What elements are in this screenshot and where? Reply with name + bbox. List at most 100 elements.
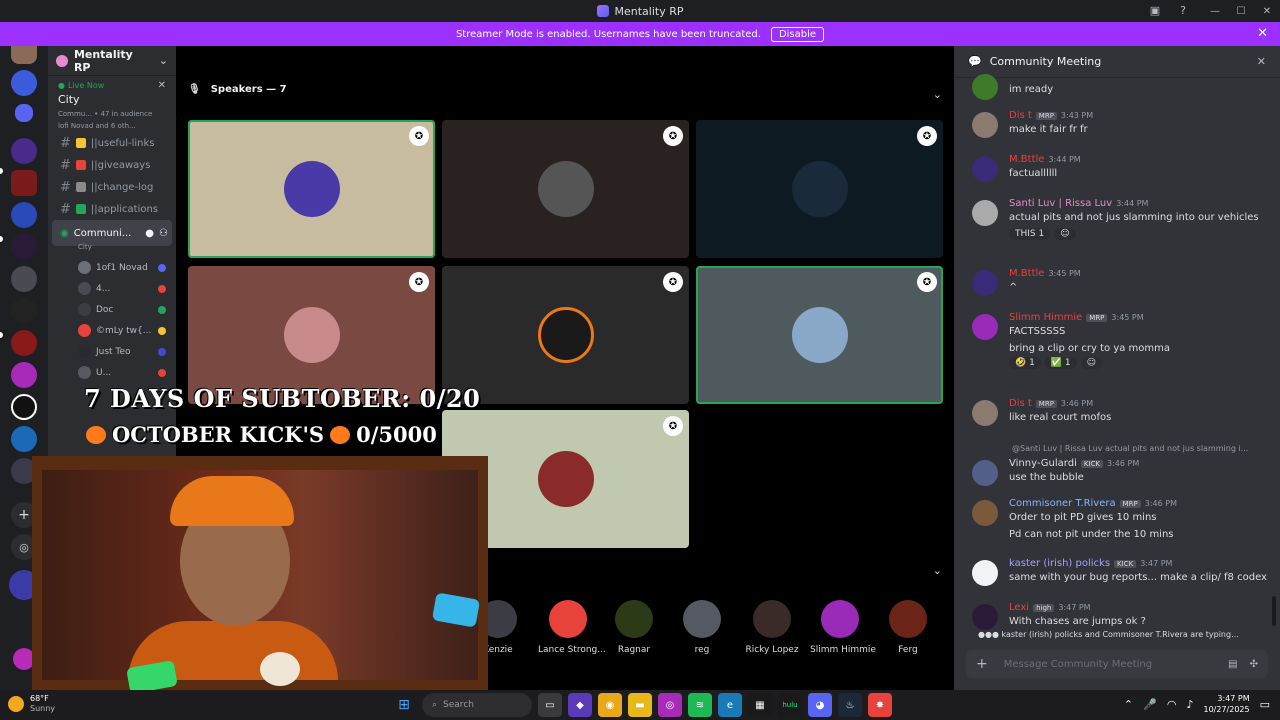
stage-member[interactable]: 1of1 Novad [48, 257, 176, 278]
server-header[interactable]: Mentality RP ⌄ [48, 46, 176, 76]
chat-icon[interactable]: ● [145, 228, 154, 239]
attach-plus-icon[interactable]: + [976, 656, 988, 672]
close-icon[interactable]: ✕ [1257, 26, 1268, 41]
copilot-icon[interactable]: ◆ [568, 693, 592, 717]
help-icon[interactable]: ? [1176, 3, 1190, 17]
server-icon[interactable] [11, 394, 37, 420]
stage-member[interactable]: Doc [48, 299, 176, 320]
audience-member[interactable]: Ragnar [604, 600, 664, 655]
stage-name[interactable]: City [48, 91, 176, 108]
server-icon[interactable] [11, 330, 37, 356]
chat-scrollbar[interactable] [1272, 596, 1276, 626]
discord-icon[interactable]: ◕ [808, 693, 832, 717]
app-icon[interactable]: ✸ [868, 693, 892, 717]
maximize-button[interactable]: ☐ [1228, 0, 1254, 22]
app-icon[interactable]: ▦ [748, 693, 772, 717]
spotify-icon[interactable]: ≋ [688, 693, 712, 717]
server-icon[interactable] [11, 234, 37, 260]
instagram-icon[interactable]: ◎ [658, 693, 682, 717]
message-author[interactable]: M.Bttle [1009, 268, 1044, 279]
server-icon[interactable] [11, 362, 37, 388]
audience-member[interactable]: Ferg [878, 600, 938, 655]
audience-member[interactable]: Slimm Himmie [810, 600, 876, 655]
message-author[interactable]: Commisoner T.Rivera [1009, 498, 1116, 509]
message-author[interactable]: Dis t [1009, 110, 1032, 121]
file-explorer-icon[interactable]: ▬ [628, 693, 652, 717]
audience-member[interactable]: reg [672, 600, 732, 655]
add-member-icon[interactable]: ⚇ [159, 228, 168, 239]
channel-item[interactable]: # ||useful-links [48, 132, 176, 154]
close-icon[interactable]: ✕ [1257, 55, 1266, 68]
add-reaction-icon[interactable]: ☺ [1080, 357, 1102, 369]
avatar[interactable] [972, 400, 998, 426]
wifi-icon[interactable]: ◠ [1167, 698, 1177, 711]
avatar[interactable] [972, 270, 998, 296]
weather-widget[interactable]: 68°F Sunny [8, 694, 55, 714]
edge-icon[interactable]: e [718, 693, 742, 717]
close-window-button[interactable]: ✕ [1254, 0, 1280, 22]
stage-member[interactable]: Just Teo [48, 341, 176, 362]
message-author[interactable]: Santi Luv | Rissa Luv [1009, 198, 1112, 209]
chevron-down-icon[interactable]: ⌄ [933, 564, 942, 577]
speaker-tile[interactable]: ✪ [696, 266, 943, 404]
message-author[interactable]: kaster (irish) policks [1009, 558, 1110, 569]
speaker-tile[interactable]: ✪ [188, 120, 435, 258]
avatar[interactable] [972, 74, 998, 100]
server-icon[interactable] [11, 298, 37, 324]
message-author[interactable]: Lexi [1009, 602, 1029, 613]
microphone-icon[interactable]: 🎤 [1143, 698, 1157, 711]
reaction-pill[interactable]: ✅ 1 [1044, 357, 1077, 369]
channel-item[interactable]: # ||change-log [48, 176, 176, 198]
avatar[interactable] [972, 314, 998, 340]
avatar[interactable] [972, 200, 998, 226]
channel-item[interactable]: # ||giveaways [48, 154, 176, 176]
close-icon[interactable]: ✕ [158, 80, 166, 91]
apps-icon[interactable]: ✣ [1250, 659, 1258, 670]
steam-icon[interactable]: ♨ [838, 693, 862, 717]
task-view-icon[interactable]: ▭ [538, 693, 562, 717]
search-box[interactable]: ⌕ Search [422, 693, 532, 717]
message-author[interactable]: M.Bttle [1009, 154, 1044, 165]
chevron-down-icon[interactable]: ⌄ [159, 54, 168, 67]
direct-messages-icon[interactable] [15, 104, 33, 122]
composer-placeholder[interactable]: Message Community Meeting [1004, 659, 1152, 670]
server-icon[interactable] [11, 138, 37, 164]
chevron-down-icon[interactable]: ⌄ [933, 88, 942, 101]
avatar[interactable] [972, 112, 998, 138]
stage-member[interactable]: 4... [48, 278, 176, 299]
channel-item[interactable]: # ||applications [48, 198, 176, 220]
stage-member[interactable]: U... [48, 362, 176, 383]
gift-icon[interactable]: ▤ [1228, 659, 1237, 670]
message-author[interactable]: Vinny-Gulardi [1009, 458, 1077, 469]
add-reaction-icon[interactable]: ☺ [1054, 228, 1076, 240]
speaker-tile[interactable]: ✪ [696, 120, 943, 258]
windows-start-icon[interactable]: ⊞ [392, 693, 416, 717]
server-icon[interactable] [11, 70, 37, 96]
server-icon[interactable] [11, 170, 37, 196]
avatar[interactable] [972, 500, 998, 526]
chevron-up-icon[interactable]: ⌃ [1124, 698, 1133, 711]
chrome-icon[interactable]: ◉ [598, 693, 622, 717]
server-icon[interactable] [11, 266, 37, 292]
avatar[interactable] [972, 560, 998, 586]
speaker-tile[interactable]: ✪ [442, 120, 689, 258]
minimize-button[interactable]: — [1202, 0, 1228, 22]
inbox-icon[interactable]: ▣ [1148, 3, 1162, 17]
server-icon[interactable] [11, 202, 37, 228]
avatar[interactable] [972, 460, 998, 486]
avatar[interactable] [972, 604, 998, 630]
volume-icon[interactable]: ♪ [1186, 698, 1193, 711]
message-composer[interactable]: + Message Community Meeting ▤ ✣ [966, 650, 1268, 678]
notifications-icon[interactable]: ▭ [1260, 698, 1270, 711]
reaction-pill[interactable]: 🤣 1 [1009, 357, 1041, 369]
audience-member[interactable]: Ricky Lopez [742, 600, 802, 655]
message-author[interactable]: Slimm Himmie [1009, 312, 1082, 323]
hulu-icon[interactable]: hulu [778, 693, 802, 717]
reply-reference[interactable]: @Santi Luv | Rissa Luv actual pits and n… [1012, 444, 1248, 453]
audience-member[interactable]: Lance Strong... [538, 600, 606, 655]
server-icon[interactable] [11, 426, 37, 452]
avatar[interactable] [972, 156, 998, 182]
stage-member[interactable]: ©mLy tw{... [48, 320, 176, 341]
clock[interactable]: 3:47 PM 10/27/2025 [1203, 693, 1249, 715]
message-author[interactable]: Dis t [1009, 398, 1032, 409]
